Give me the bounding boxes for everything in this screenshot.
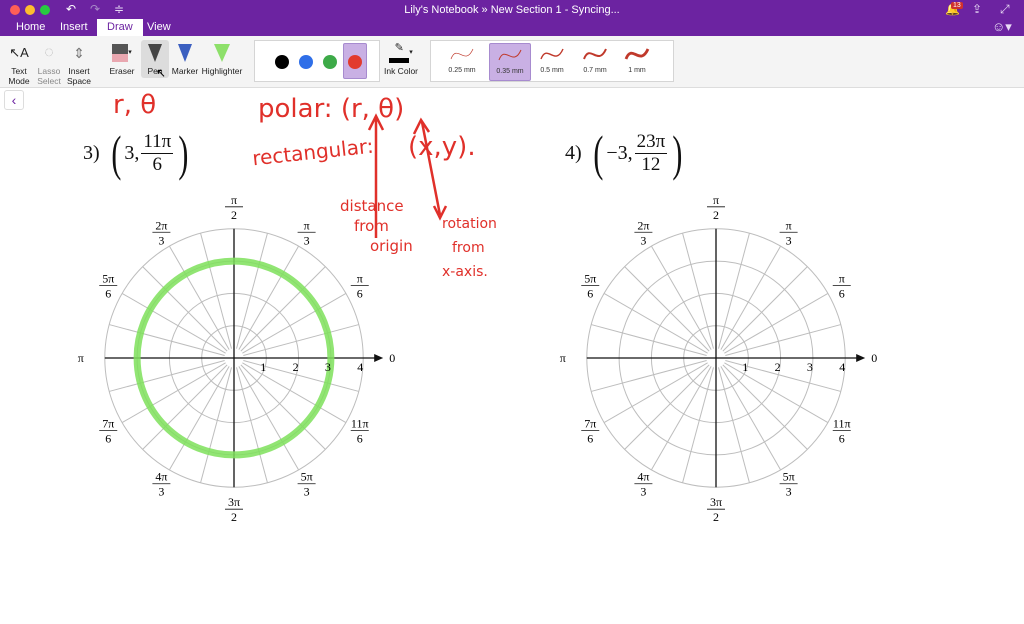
mouse-cursor-icon: ↖ (156, 66, 167, 80)
ink-arrows (367, 113, 448, 238)
ink-arrow-up (367, 113, 385, 238)
ink-arrow-double (412, 117, 448, 221)
